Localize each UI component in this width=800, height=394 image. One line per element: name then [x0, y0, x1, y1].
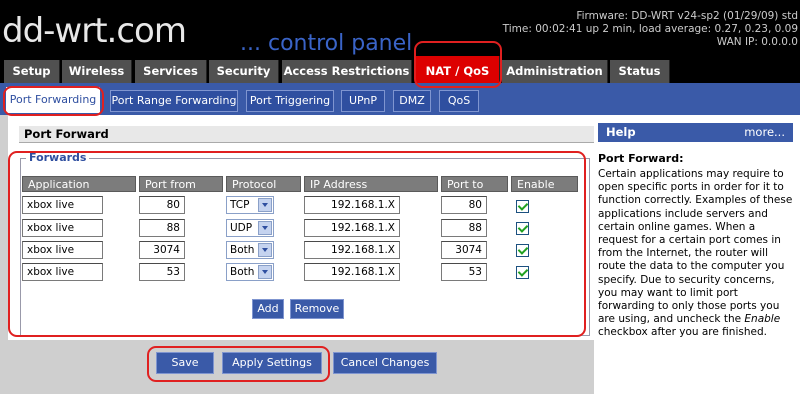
annotation-port-forwarding — [3, 86, 104, 116]
firmware-text: Firmware: DD-WRT v24-sp2 (01/29/09) std — [576, 10, 798, 22]
help-text-part: Certain applications may require to open… — [598, 168, 793, 326]
tab-setup[interactable]: Setup — [4, 60, 60, 83]
help-text-emphasis: Enable — [744, 313, 781, 326]
sub-tabs: Port Forwarding Port Range Forwarding Po… — [0, 83, 800, 115]
help-more-link[interactable]: more... — [744, 123, 785, 142]
tab-wireless[interactable]: Wireless — [62, 60, 132, 83]
annotation-nat-qos — [414, 41, 502, 88]
tab-services[interactable]: Services — [135, 60, 207, 83]
help-title: Port Forward: — [598, 152, 684, 165]
cancel-changes-button[interactable]: Cancel Changes — [333, 352, 437, 374]
wan-ip-text: WAN IP: 0.0.0.0 — [716, 36, 798, 48]
tab-security[interactable]: Security — [209, 60, 279, 83]
annotation-forwards — [8, 151, 586, 337]
tab-administration[interactable]: Administration — [502, 60, 608, 83]
uptime-text: Time: 00:02:41 up 2 min, load average: 0… — [502, 23, 798, 35]
subtab-qos[interactable]: QoS — [439, 90, 479, 112]
annotation-save-apply — [147, 346, 330, 382]
section-title: Port Forward — [19, 125, 597, 143]
system-info: Firmware: DD-WRT v24-sp2 (01/29/09) std … — [503, 10, 798, 49]
subtab-upnp[interactable]: UPnP — [341, 90, 385, 112]
control-panel-tagline: ... control panel — [240, 31, 413, 56]
subtab-dmz[interactable]: DMZ — [393, 90, 431, 112]
help-text-part: checkbox after you are finished. — [598, 326, 767, 339]
help-heading: Help — [606, 125, 636, 139]
ddwrt-logo: dd-wrt.com — [2, 11, 187, 51]
header-bar: dd-wrt.com ... control panel Firmware: D… — [0, 0, 800, 60]
help-panel: Help more... Port Forward: Certain appli… — [594, 115, 800, 394]
subtab-port-triggering[interactable]: Port Triggering — [246, 90, 334, 112]
help-text: Certain applications may require to open… — [598, 168, 794, 340]
main-tabs: Setup Wireless Services Security Access … — [0, 56, 800, 83]
help-header: Help more... — [598, 123, 793, 142]
subtab-port-range-forwarding[interactable]: Port Range Forwarding — [110, 90, 238, 112]
tab-status[interactable]: Status — [610, 60, 670, 83]
tab-access-restrictions[interactable]: Access Restrictions — [282, 60, 412, 83]
